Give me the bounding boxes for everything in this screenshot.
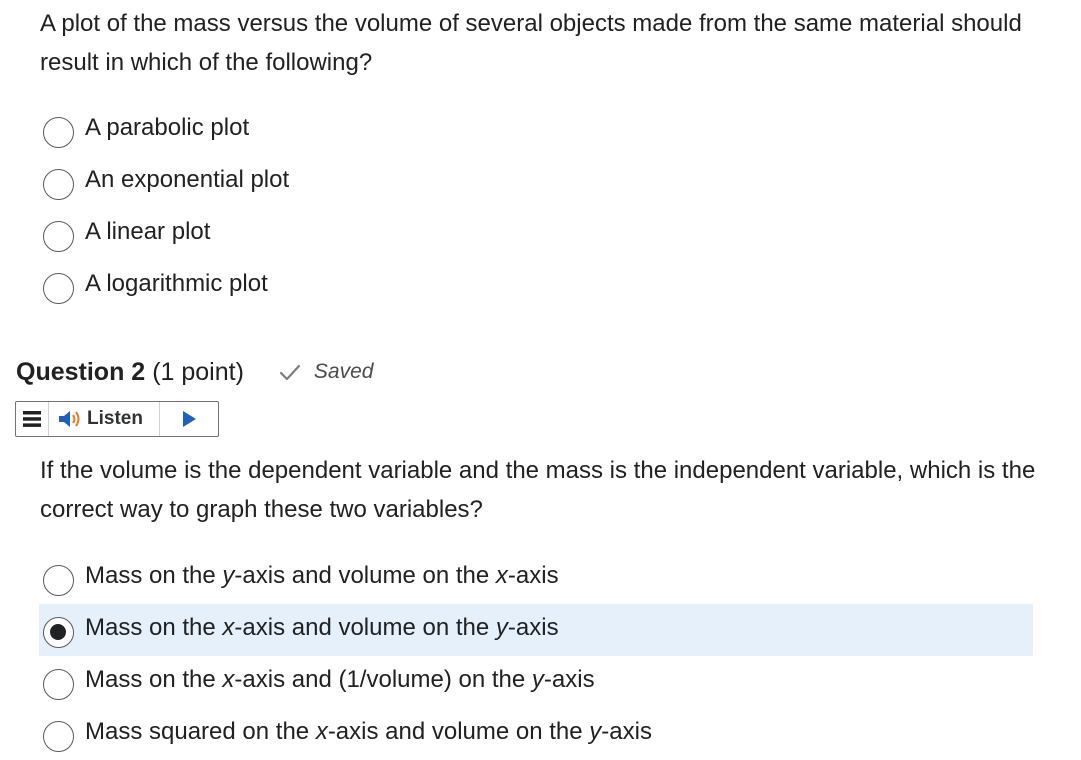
play-icon: [183, 411, 196, 427]
question-title: Question 2: [16, 357, 146, 386]
answer-option-label: A linear plot: [85, 218, 211, 245]
answer-option[interactable]: Mass on the y-axis and volume on the x-a…: [39, 552, 1033, 604]
answer-option-label: An exponential plot: [85, 166, 290, 193]
play-button[interactable]: [160, 402, 218, 436]
menu-icon: [23, 411, 41, 427]
answer-option[interactable]: An exponential plot: [39, 156, 1033, 208]
answer-option-label: Mass on the y-axis and volume on the x-a…: [85, 562, 559, 589]
radio-button[interactable]: [43, 117, 74, 148]
answer-option-label: Mass on the x-axis and volume on the y-a…: [85, 614, 559, 641]
listen-menu-button[interactable]: [16, 402, 48, 436]
radio-button-selected[interactable]: [43, 617, 74, 648]
answer-option[interactable]: A linear plot: [39, 208, 1033, 260]
answer-option-selected[interactable]: Mass on the x-axis and volume on the y-a…: [39, 604, 1033, 656]
radio-button[interactable]: [43, 169, 74, 200]
radio-button[interactable]: [43, 565, 74, 596]
listen-button[interactable]: Listen: [48, 402, 160, 436]
radio-button[interactable]: [43, 273, 74, 304]
question-2-options: Mass on the y-axis and volume on the x-a…: [39, 552, 1033, 760]
listen-toolbar: Listen: [15, 401, 219, 437]
answer-option[interactable]: Mass on the x-axis and (1/volume) on the…: [39, 656, 1033, 708]
answer-option-label: A logarithmic plot: [85, 270, 268, 297]
listen-label: Listen: [87, 408, 143, 429]
saved-status-text: Saved: [313, 360, 374, 383]
question-1-options: A parabolic plot An exponential plot A l…: [39, 104, 1033, 312]
answer-option[interactable]: A parabolic plot: [39, 104, 1033, 156]
answer-option-label: A parabolic plot: [85, 114, 250, 141]
radio-dot: [50, 624, 66, 640]
speaker-icon: [59, 411, 80, 427]
question-2-header: Question 2 (1 point) Saved: [16, 355, 373, 389]
radio-button[interactable]: [43, 721, 74, 752]
radio-button[interactable]: [43, 221, 74, 252]
question-2-text: If the volume is the dependent variable …: [40, 457, 1036, 523]
check-icon: [279, 364, 301, 381]
question-points: (1 point): [152, 357, 244, 386]
saved-status: Saved: [278, 360, 374, 384]
radio-button[interactable]: [43, 669, 74, 700]
answer-option-label: Mass on the x-axis and (1/volume) on the…: [85, 666, 595, 693]
question-1-text: A plot of the mass versus the volume of …: [40, 10, 1022, 76]
answer-option[interactable]: Mass squared on the x-axis and volume on…: [39, 708, 1033, 760]
answer-option-label: Mass squared on the x-axis and volume on…: [85, 718, 652, 745]
answer-option[interactable]: A logarithmic plot: [39, 260, 1033, 312]
